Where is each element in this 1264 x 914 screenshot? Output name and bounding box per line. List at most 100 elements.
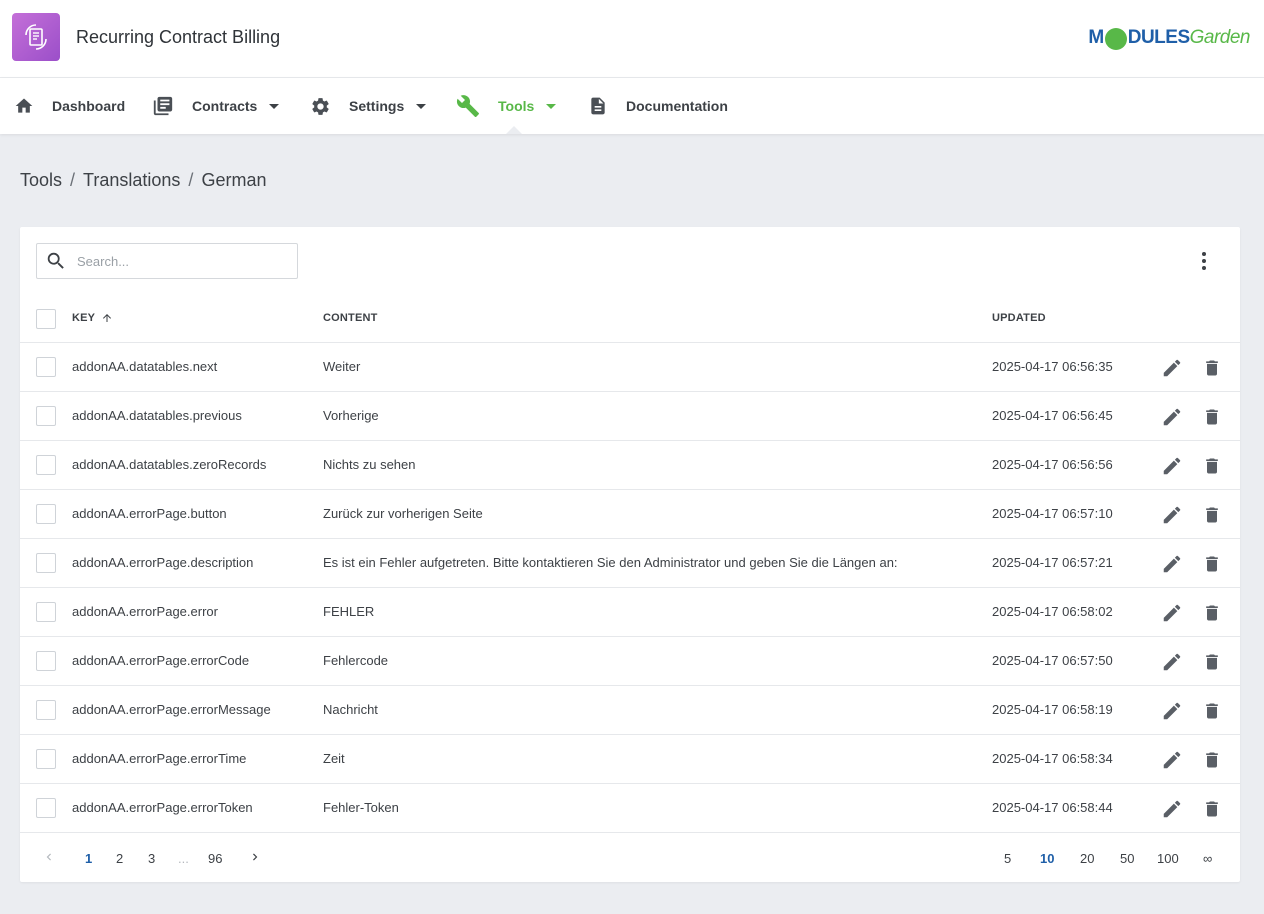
edit-icon[interactable] bbox=[1161, 798, 1183, 823]
sort-arrow-up-icon bbox=[103, 314, 112, 322]
delete-icon[interactable] bbox=[1202, 504, 1222, 529]
edit-icon[interactable] bbox=[1161, 553, 1183, 578]
edit-icon[interactable] bbox=[1161, 700, 1183, 725]
breadcrumb: Tools / Translations / German bbox=[20, 170, 266, 191]
edit-icon[interactable] bbox=[1161, 602, 1183, 627]
cell-updated: 2025-04-17 06:56:45 bbox=[992, 408, 1113, 423]
table-row[interactable]: addonAA.errorPage.error FEHLER 2025-04-17 … bbox=[20, 588, 1240, 637]
translations-table-card: KEY CONTENT UPDATED addonAA.datatables.n… bbox=[20, 227, 1240, 882]
breadcrumb-tools[interactable]: Tools bbox=[20, 170, 62, 191]
cell-updated: 2025-04-17 06:58:02 bbox=[992, 604, 1113, 619]
table-row[interactable]: addonAA.errorPage.errorTime Zeit 2025-04-1… bbox=[20, 735, 1240, 784]
page-1[interactable]: 1 bbox=[85, 851, 92, 866]
nav-dashboard[interactable]: Dashboard bbox=[14, 78, 125, 134]
page-2[interactable]: 2 bbox=[116, 851, 123, 866]
edit-icon[interactable] bbox=[1161, 406, 1183, 431]
row-checkbox[interactable] bbox=[36, 798, 56, 818]
delete-icon[interactable] bbox=[1202, 455, 1222, 480]
pagination-bar: 1 2 3 ... 96 5 10 20 50 100 ∞ bbox=[20, 833, 1240, 882]
cell-key: addonAA.datatables.next bbox=[72, 359, 218, 374]
app-icon[interactable] bbox=[12, 13, 60, 61]
delete-icon[interactable] bbox=[1202, 749, 1222, 774]
cell-content: Vorherige bbox=[323, 408, 379, 423]
page-size-5[interactable]: 5 bbox=[1004, 851, 1011, 866]
delete-icon[interactable] bbox=[1202, 602, 1222, 627]
cell-key: addonAA.datatables.previous bbox=[72, 408, 242, 423]
column-content[interactable]: CONTENT bbox=[323, 312, 378, 324]
cell-content: Fehlercode bbox=[323, 653, 389, 668]
chevron-down-icon bbox=[546, 103, 557, 109]
delete-icon[interactable] bbox=[1202, 357, 1222, 382]
page-size-10[interactable]: 10 bbox=[1040, 851, 1054, 866]
table-row[interactable]: addonAA.errorPage.errorMessage Nachricht 2… bbox=[20, 686, 1240, 735]
table-row[interactable]: addonAA.errorPage.button Zurück zur vorhe… bbox=[20, 490, 1240, 539]
cell-updated: 2025-04-17 06:58:19 bbox=[992, 702, 1113, 717]
table-row[interactable]: addonAA.errorPage.errorToken Fehler-Token… bbox=[20, 784, 1240, 833]
top-header: Recurring Contract Billing M DULES Garden bbox=[0, 0, 1264, 78]
table-header: KEY CONTENT UPDATED bbox=[20, 294, 1240, 343]
edit-icon[interactable] bbox=[1161, 749, 1183, 774]
row-checkbox[interactable] bbox=[36, 749, 56, 769]
edit-icon[interactable] bbox=[1161, 357, 1183, 382]
chevron-left-icon[interactable] bbox=[42, 850, 56, 864]
more-options-icon[interactable] bbox=[1194, 251, 1214, 271]
nav-label: Settings bbox=[349, 98, 405, 114]
page-96[interactable]: 96 bbox=[208, 851, 222, 866]
cell-key: addonAA.errorPage.errorMessage bbox=[72, 702, 271, 717]
table-row[interactable]: addonAA.errorPage.description Es ist ein … bbox=[20, 539, 1240, 588]
edit-icon[interactable] bbox=[1161, 651, 1183, 676]
cell-content: Weiter bbox=[323, 359, 361, 374]
contracts-icon bbox=[153, 96, 173, 116]
nav-settings[interactable]: Settings bbox=[310, 78, 427, 134]
main-nav: Dashboard Contracts Settings Tools Docum… bbox=[0, 78, 1264, 134]
column-key[interactable]: KEY bbox=[72, 312, 113, 324]
delete-icon[interactable] bbox=[1202, 651, 1222, 676]
document-icon bbox=[591, 97, 605, 115]
delete-icon[interactable] bbox=[1202, 700, 1222, 725]
nav-documentation[interactable]: Documentation bbox=[588, 78, 728, 134]
page-size-100[interactable]: 100 bbox=[1157, 851, 1179, 866]
row-checkbox[interactable] bbox=[36, 357, 56, 377]
cell-content: Nachricht bbox=[323, 702, 378, 717]
table-row[interactable]: addonAA.datatables.next Weiter 2025-04-17 … bbox=[20, 343, 1240, 392]
edit-icon[interactable] bbox=[1161, 455, 1183, 480]
page-size-all[interactable]: ∞ bbox=[1203, 851, 1212, 866]
cell-updated: 2025-04-17 06:56:35 bbox=[992, 359, 1113, 374]
chevron-down-icon bbox=[416, 103, 427, 109]
cell-updated: 2025-04-17 06:57:50 bbox=[992, 653, 1113, 668]
page-size-50[interactable]: 50 bbox=[1120, 851, 1134, 866]
edit-icon[interactable] bbox=[1161, 504, 1183, 529]
nav-label: Documentation bbox=[626, 98, 728, 114]
row-checkbox[interactable] bbox=[36, 455, 56, 475]
table-row[interactable]: addonAA.datatables.zeroRecords Nichts zu … bbox=[20, 441, 1240, 490]
page-3[interactable]: 3 bbox=[148, 851, 155, 866]
select-all-checkbox[interactable] bbox=[36, 309, 56, 329]
column-updated[interactable]: UPDATED bbox=[992, 312, 1046, 324]
table-row[interactable]: addonAA.datatables.previous Vorherige 2025… bbox=[20, 392, 1240, 441]
delete-icon[interactable] bbox=[1202, 798, 1222, 823]
search-box[interactable] bbox=[36, 243, 298, 279]
nav-contracts[interactable]: Contracts bbox=[152, 78, 280, 134]
delete-icon[interactable] bbox=[1202, 553, 1222, 578]
delete-icon[interactable] bbox=[1202, 406, 1222, 431]
row-checkbox[interactable] bbox=[36, 504, 56, 524]
page-size-20[interactable]: 20 bbox=[1080, 851, 1094, 866]
page-ellipsis: ... bbox=[178, 851, 189, 866]
cell-key: addonAA.datatables.zeroRecords bbox=[72, 457, 267, 472]
cell-content: Fehler-Token bbox=[323, 800, 399, 815]
nav-label: Dashboard bbox=[52, 98, 126, 114]
globe-icon bbox=[1104, 28, 1127, 50]
table-row[interactable]: addonAA.errorPage.errorCode Fehlercode 202… bbox=[20, 637, 1240, 686]
modulesgarden-logo[interactable]: M DULES Garden bbox=[1088, 24, 1251, 52]
cell-updated: 2025-04-17 06:58:34 bbox=[992, 751, 1113, 766]
row-checkbox[interactable] bbox=[36, 602, 56, 622]
chevron-right-icon[interactable] bbox=[248, 850, 262, 864]
row-checkbox[interactable] bbox=[36, 651, 56, 671]
breadcrumb-translations[interactable]: Translations bbox=[83, 170, 180, 191]
cell-key: addonAA.errorPage.error bbox=[72, 604, 218, 619]
search-input[interactable] bbox=[77, 253, 277, 269]
row-checkbox[interactable] bbox=[36, 406, 56, 426]
row-checkbox[interactable] bbox=[36, 553, 56, 573]
breadcrumb-german: German bbox=[201, 170, 267, 190]
row-checkbox[interactable] bbox=[36, 700, 56, 720]
